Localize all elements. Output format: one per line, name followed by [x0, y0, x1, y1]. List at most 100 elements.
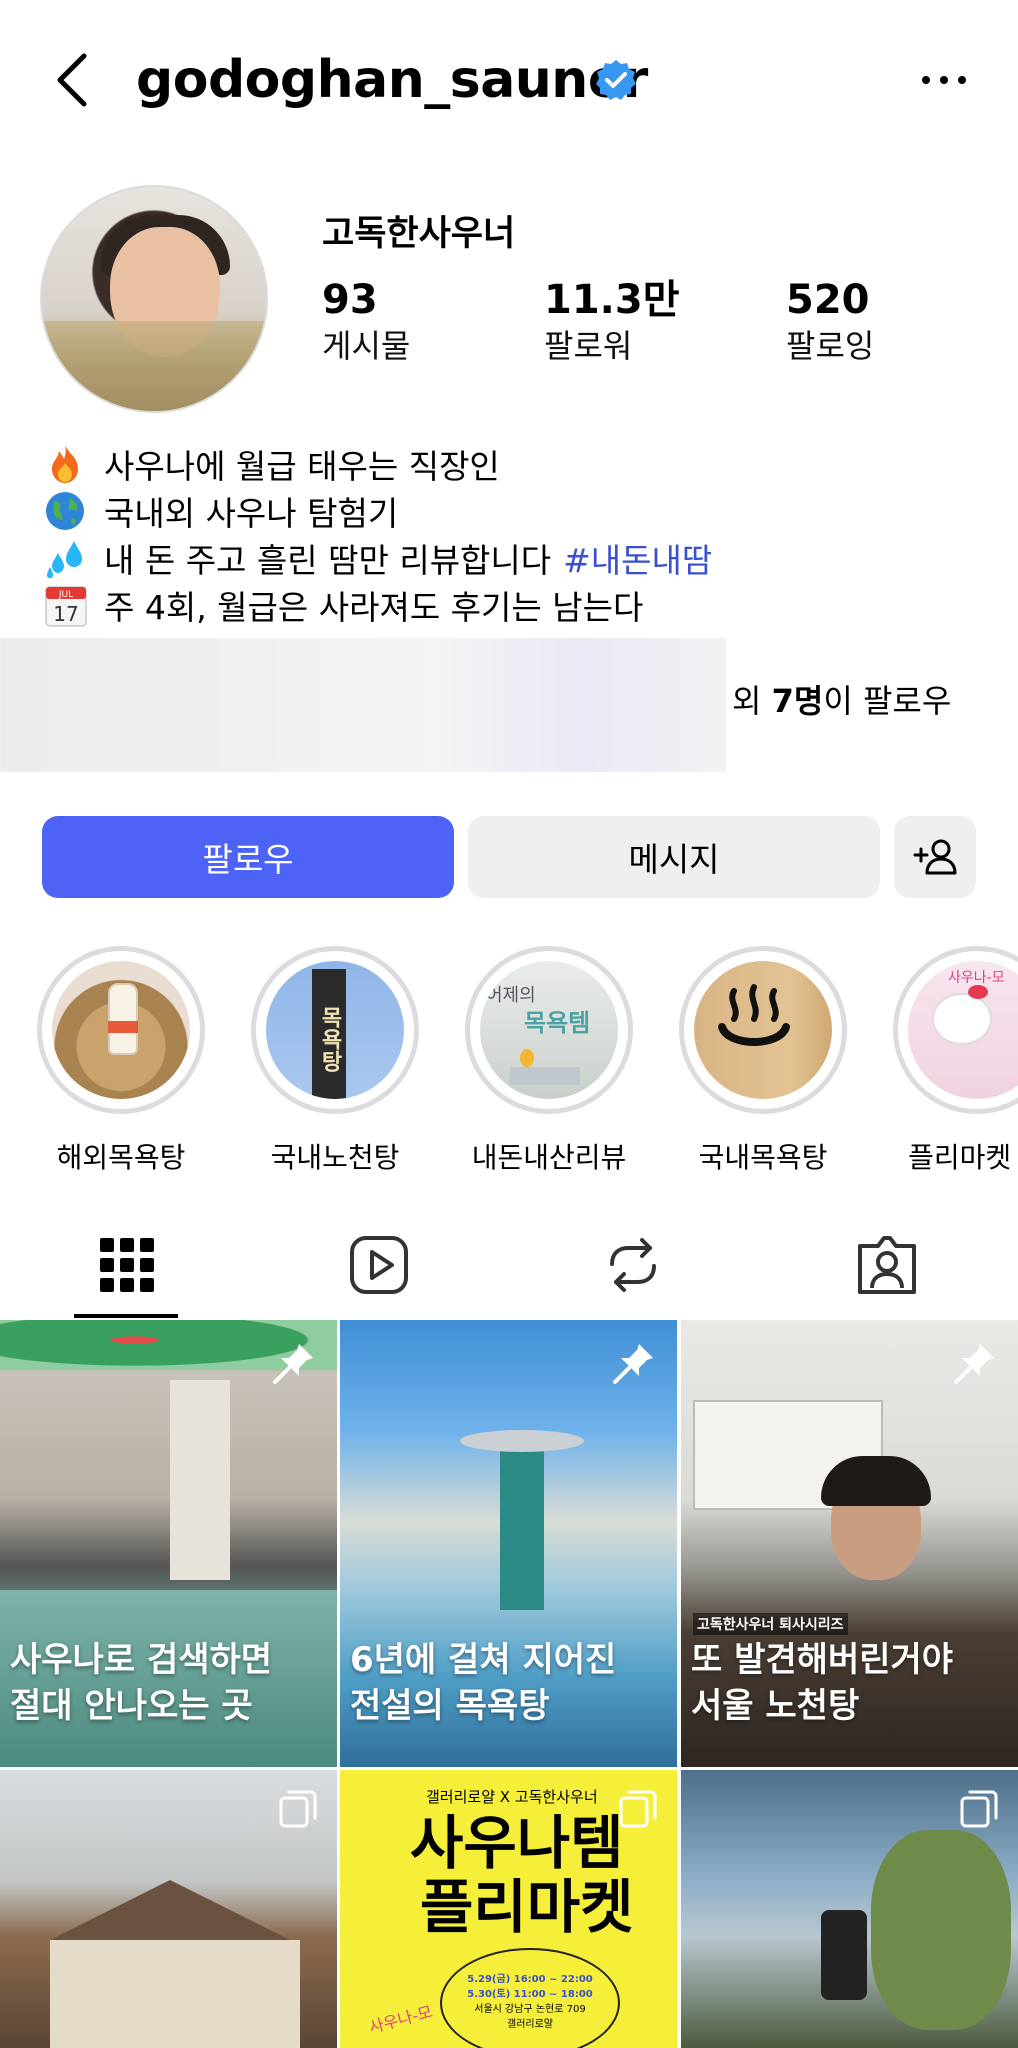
highlight-cover-character: 사우나-모	[908, 961, 1018, 1099]
post-series-tag: 고독한사우너 퇴사시리즈	[693, 1613, 848, 1635]
stat-posts-label: 게시물	[322, 327, 411, 365]
highlight-cover-milk-bottle	[52, 961, 190, 1099]
hot-spring-icon	[718, 984, 790, 1046]
stat-followers-label: 팔로워	[544, 327, 633, 365]
highlight-label: 국내목욕탕	[698, 1141, 828, 1174]
verified-badge-icon	[594, 58, 638, 102]
highlight-item[interactable]: 국내목욕탕	[678, 946, 848, 1176]
avatar-water	[42, 321, 266, 411]
highlight-item[interactable]: 어제의 목욕템 내돈내산리뷰	[464, 946, 634, 1176]
highlight-ring: 목욕탕	[251, 946, 419, 1114]
blurred-followers-avatars[interactable]	[0, 638, 726, 772]
highlight-label: 내돈내산리뷰	[471, 1141, 627, 1174]
poster-date: 5.29(금) 16:00 ~ 22:00	[467, 1974, 593, 1985]
bio-line: 국내외 사우나 탐험기	[44, 487, 984, 534]
post-caption-line: 서울 노천탕	[691, 1686, 860, 1726]
post-caption-line: 전설의 목욕탕	[350, 1686, 550, 1726]
grid-icon	[100, 1238, 154, 1292]
poster-stamp: 사우나-모	[367, 2001, 435, 2037]
post-thumbnail[interactable]	[681, 1770, 1018, 2048]
bio-text: 국내외 사우나 탐험기	[104, 493, 399, 533]
followed-by-count: 7명	[771, 682, 824, 720]
post-thumbnail[interactable]	[0, 1770, 337, 2048]
post-caption-line: 6년에 걸쳐 지어진	[350, 1640, 617, 1680]
highlight-item[interactable]: 해외목욕탕	[36, 946, 206, 1176]
poster-venue: 갤러리로얄	[507, 2019, 553, 2030]
reels-icon	[350, 1236, 408, 1294]
tagged-icon	[858, 1236, 916, 1294]
bio-line: 내 돈 주고 흘린 땀만 리뷰합니다 #내돈내땀	[44, 534, 984, 581]
suggest-users-button[interactable]	[894, 816, 976, 898]
highlight-cover-title: 목욕템	[524, 1009, 591, 1037]
highlight-item[interactable]: 목욕탕 국내노천탕	[250, 946, 420, 1176]
highlight-cover-bathhouse-tower: 목욕탕	[266, 961, 404, 1099]
carousel-post-icon	[617, 1788, 659, 1830]
profile-avatar[interactable]	[40, 185, 268, 413]
post-caption-line: 절대 안나오는 곳	[10, 1686, 253, 1726]
tab-tagged[interactable]	[852, 1230, 922, 1300]
display-name: 고독한사우너	[322, 214, 516, 254]
post-caption-line: 사우나로 검색하면	[10, 1640, 273, 1680]
message-button[interactable]: 메시지	[468, 816, 880, 898]
stat-following[interactable]: 520 팔로잉	[786, 276, 874, 368]
stat-posts-value: 93	[322, 277, 378, 323]
highlight-ring	[37, 946, 205, 1114]
fire-emoji-icon	[44, 443, 92, 485]
stat-followers[interactable]: 11.3만 팔로워	[544, 276, 680, 368]
follow-button[interactable]: 팔로우	[42, 816, 454, 898]
tab-reposts[interactable]	[598, 1230, 668, 1300]
profile-header: godoghan_sauner	[0, 0, 1018, 160]
stat-following-value: 520	[786, 277, 870, 323]
back-button[interactable]	[50, 50, 96, 110]
highlight-item[interactable]: 사우나-모 플리마켓 모	[892, 946, 1018, 1176]
highlight-cover-text: 사우나-모	[948, 970, 1005, 986]
more-horizontal-icon	[922, 76, 966, 84]
bio-hashtag-link[interactable]: #내돈내땀	[563, 534, 712, 582]
post-thumbnail[interactable]: 6년에 걸쳐 지어진 전설의 목욕탕	[340, 1320, 677, 1767]
pinned-post-icon	[952, 1340, 998, 1386]
post-thumbnail[interactable]: 갤러리로얄 X 고독한사우너 사우나템 플리마켓 5.29(금) 16:00 ~…	[340, 1770, 677, 2048]
post-caption: 6년에 걸쳐 지어진 전설의 목욕탕	[350, 1637, 616, 1729]
post-caption: 또 발견해버린거야 서울 노천탕	[691, 1637, 953, 1729]
bio-line: 사우나에 월급 태우는 직장인	[44, 440, 984, 487]
add-person-icon	[913, 839, 957, 875]
highlight-label: 플리마켓 모	[908, 1141, 1018, 1174]
bio-text: 내 돈 주고 흘린 땀만 리뷰합니다	[104, 540, 552, 580]
poster-title-line: 사우나템	[410, 1809, 624, 1877]
post-caption-line: 또 발견해버린거야	[691, 1640, 954, 1680]
bio-text: 주 4회, 월급은 사라져도 후기는 남는다	[104, 587, 644, 627]
poster-title-line: 플리마켓	[420, 1873, 634, 1941]
tab-posts-grid[interactable]	[92, 1230, 162, 1300]
pinned-post-icon	[271, 1340, 317, 1386]
calendar-day: 17	[53, 602, 78, 626]
reposts-icon	[610, 1238, 656, 1292]
calendar-emoji-icon: JUL 17	[44, 584, 92, 627]
followed-by-text[interactable]: 외 7명이 팔로우	[732, 676, 951, 722]
active-tab-indicator	[74, 1314, 178, 1318]
stat-followers-value: 11.3만	[544, 277, 680, 323]
highlight-ring: 사우나-모	[893, 946, 1018, 1114]
profile-tabs	[0, 1210, 1018, 1318]
profile-bio: 사우나에 월급 태우는 직장인 국내외 사우나 탐험기 내 돈 주고 흘린 땀만…	[44, 440, 984, 628]
post-thumbnail[interactable]: 사우나로 검색하면 절대 안나오는 곳	[0, 1320, 337, 1767]
post-thumbnail[interactable]: 고독한사우너 퇴사시리즈 또 발견해버린거야 서울 노천탕	[681, 1320, 1018, 1767]
stat-posts[interactable]: 93 게시물	[322, 276, 410, 368]
poster-address: 서울시 강남구 논현로 709	[474, 2004, 586, 2015]
stat-following-label: 팔로잉	[786, 327, 875, 365]
highlight-label: 해외목욕탕	[56, 1141, 186, 1174]
globe-emoji-icon	[44, 490, 92, 532]
highlight-tower-text: 목욕탕	[317, 1006, 342, 1072]
sweat-drops-emoji-icon	[44, 537, 92, 579]
highlight-ring	[679, 946, 847, 1114]
bio-text: 사우나에 월급 태우는 직장인	[104, 446, 500, 486]
chevron-left-icon	[57, 53, 87, 107]
highlight-cover-items: 어제의 목욕템	[480, 961, 618, 1099]
followed-by-suffix: 이 팔로우	[823, 682, 952, 720]
carousel-post-icon	[277, 1788, 319, 1830]
highlight-cover-hot-spring-symbol	[694, 961, 832, 1099]
tab-reels[interactable]	[344, 1230, 414, 1300]
post-caption: 사우나로 검색하면 절대 안나오는 곳	[10, 1637, 272, 1729]
followed-by-prefix: 외	[732, 682, 772, 720]
carousel-post-icon	[958, 1788, 1000, 1830]
more-options-button[interactable]	[920, 66, 968, 94]
